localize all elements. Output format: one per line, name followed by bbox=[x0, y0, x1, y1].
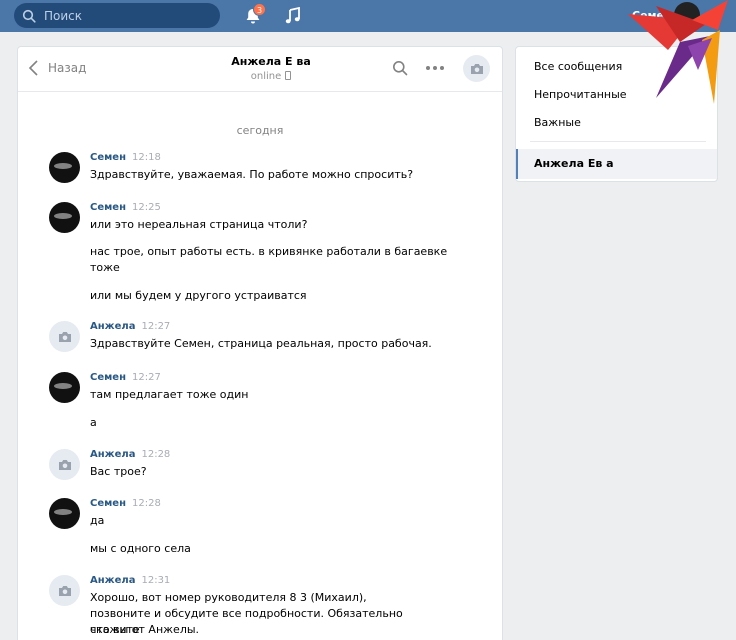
message-header: Семен 12:25 bbox=[90, 202, 161, 213]
dialog-item-label: Анжела Ев а bbox=[534, 157, 614, 170]
message-text: что вы от Анжелы. bbox=[90, 623, 200, 636]
message-text: Вас трое? bbox=[90, 465, 147, 478]
message-time[interactable]: 12:18 bbox=[132, 152, 161, 163]
avatar[interactable] bbox=[49, 449, 80, 480]
avatar[interactable] bbox=[49, 321, 80, 352]
message-text: там предлагает тоже один bbox=[90, 388, 249, 401]
message-time[interactable]: 12:28 bbox=[141, 449, 170, 460]
contact-status: online bbox=[18, 71, 502, 82]
filter-unread[interactable]: Непрочитанные bbox=[534, 88, 627, 101]
message-time[interactable]: 12:27 bbox=[132, 372, 161, 383]
avatar[interactable] bbox=[49, 498, 80, 529]
message-header: Анжела 12:31 bbox=[90, 575, 170, 586]
message-time[interactable]: 12:25 bbox=[132, 202, 161, 213]
message-text: или это нереальная страница чтоли? bbox=[90, 218, 308, 231]
search-icon[interactable] bbox=[392, 60, 408, 76]
avatar-photo bbox=[54, 163, 72, 169]
message-text: мы с одного села bbox=[90, 542, 191, 555]
avatar[interactable] bbox=[49, 575, 80, 606]
message-header: Анжела 12:28 bbox=[90, 449, 170, 460]
message-text: Здравствуйте Семен, страница реальная, п… bbox=[90, 337, 432, 350]
notifications-badge: 3 bbox=[253, 3, 266, 16]
message-author[interactable]: Анжела bbox=[90, 321, 135, 332]
message-author[interactable]: Семен bbox=[90, 152, 126, 163]
search-input[interactable]: Поиск bbox=[14, 3, 220, 28]
message-time[interactable]: 12:31 bbox=[141, 575, 170, 586]
search-placeholder: Поиск bbox=[44, 8, 83, 23]
message-time[interactable]: 12:28 bbox=[132, 498, 161, 509]
camera-icon bbox=[58, 459, 71, 470]
avatar-photo bbox=[54, 383, 72, 389]
camera-icon bbox=[470, 63, 483, 74]
message-author[interactable]: Семен bbox=[90, 498, 126, 509]
message-header: Семен 12:28 bbox=[90, 498, 161, 509]
message-text: Хорошо, вот номер руководителя 8 3 (Миха… bbox=[90, 591, 367, 604]
avatar-photo bbox=[54, 213, 72, 219]
message-text: да bbox=[90, 514, 105, 527]
avatar[interactable] bbox=[49, 202, 80, 233]
message-author[interactable]: Анжела bbox=[90, 449, 135, 460]
music-icon[interactable] bbox=[285, 7, 301, 25]
notifications-button[interactable]: 3 bbox=[244, 3, 266, 27]
message-time[interactable]: 12:27 bbox=[141, 321, 170, 332]
avatar[interactable] bbox=[49, 152, 80, 183]
filter-important[interactable]: Важные bbox=[534, 116, 581, 129]
dialog-item-active[interactable]: Анжела Ев а bbox=[516, 149, 717, 179]
camera-icon bbox=[58, 331, 71, 342]
watermark-logo bbox=[628, 0, 728, 104]
top-bar: Поиск 3 Семен bbox=[0, 0, 736, 32]
contact-avatar[interactable] bbox=[463, 55, 490, 82]
message-text: Здравствуйте, уважаемая. По работе можно… bbox=[90, 168, 414, 181]
message-author[interactable]: Анжела bbox=[90, 575, 135, 586]
message-text: или мы будем у другого устраиватся bbox=[90, 289, 307, 302]
divider bbox=[530, 141, 706, 142]
message-author[interactable]: Семен bbox=[90, 202, 126, 213]
message-author[interactable]: Семен bbox=[90, 372, 126, 383]
status-text: online bbox=[250, 71, 282, 82]
chat-panel: Назад Анжела Е ва online сегодня Семен 12… bbox=[17, 46, 503, 640]
message-header: Семен 12:27 bbox=[90, 372, 161, 383]
message-header: Анжела 12:27 bbox=[90, 321, 170, 332]
camera-icon bbox=[58, 585, 71, 596]
message-text: тоже bbox=[90, 261, 120, 274]
avatar-photo bbox=[54, 509, 72, 515]
date-separator: сегодня bbox=[236, 124, 284, 137]
chat-header: Назад Анжела Е ва online bbox=[18, 47, 502, 92]
message-header: Семен 12:18 bbox=[90, 152, 161, 163]
mobile-phone-icon bbox=[285, 71, 292, 80]
filter-all-messages[interactable]: Все сообщения bbox=[534, 60, 622, 73]
more-icon[interactable] bbox=[425, 65, 445, 71]
avatar[interactable] bbox=[49, 372, 80, 403]
message-text: а bbox=[90, 416, 97, 429]
search-icon bbox=[22, 9, 36, 23]
message-text: нас трое, опыт работы есть. в кривянке р… bbox=[90, 245, 448, 258]
